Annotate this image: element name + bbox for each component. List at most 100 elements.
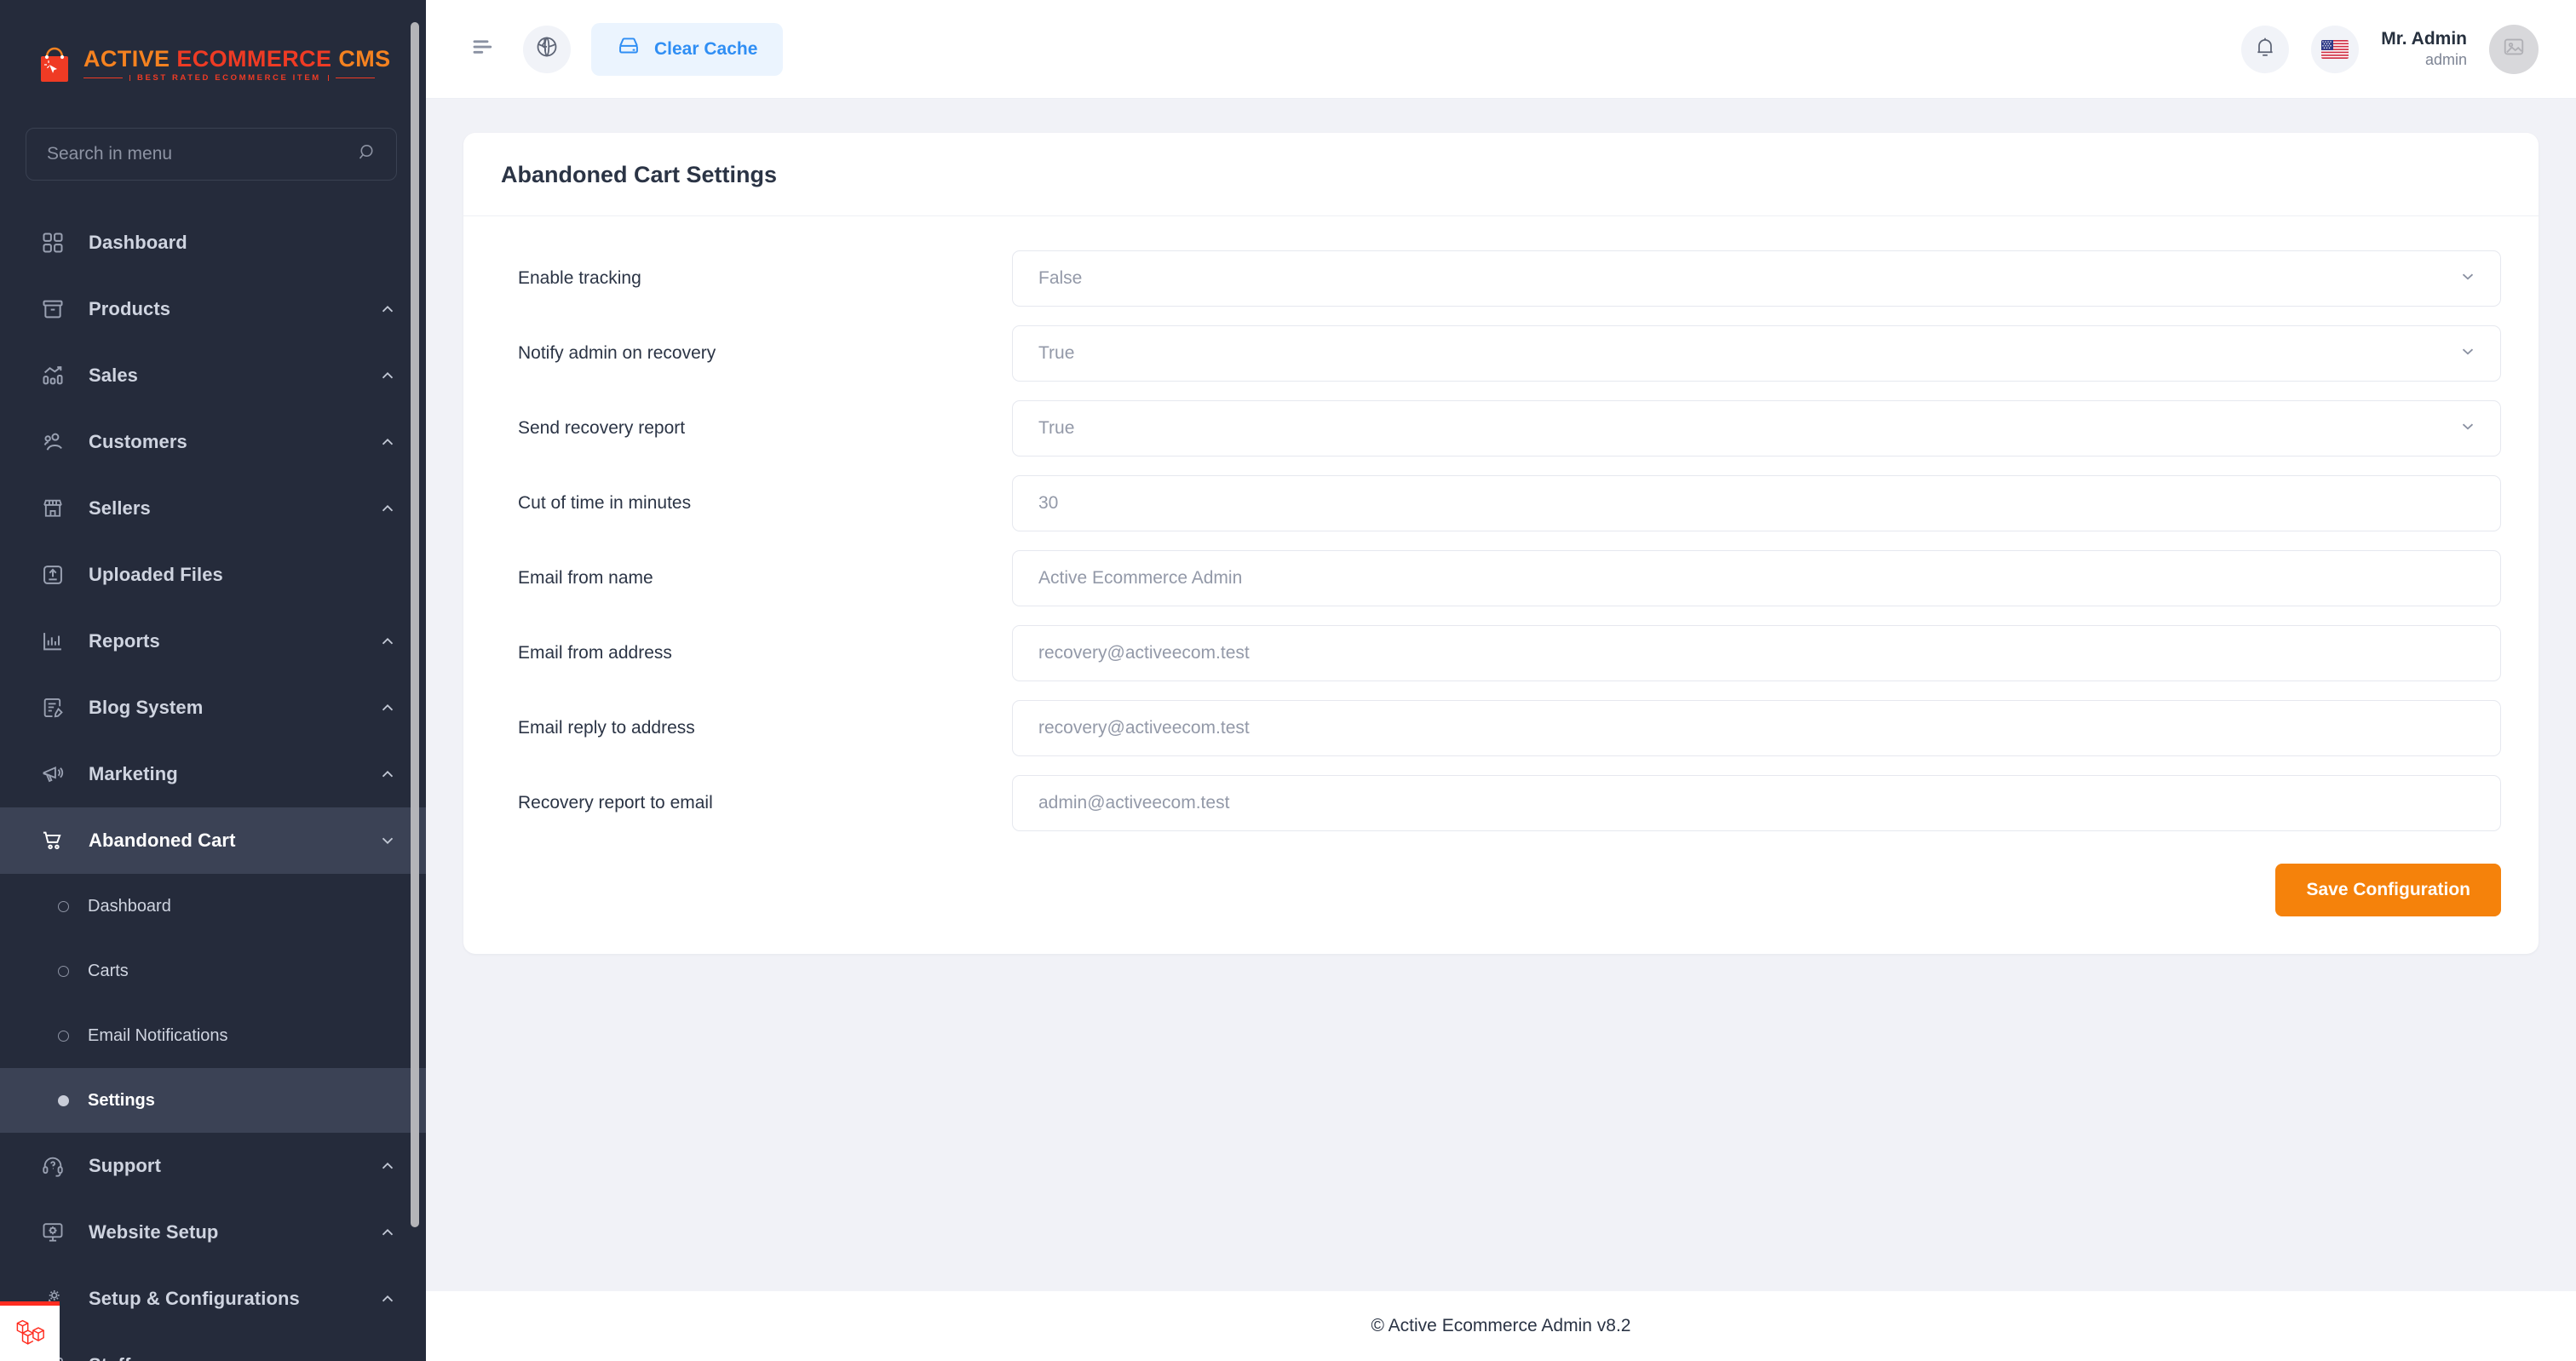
tagline-tick-left xyxy=(129,75,130,81)
card-body: Enable tracking False Notify admin on re… xyxy=(463,216,2539,954)
sidebar-item-products[interactable]: Products xyxy=(0,276,426,342)
chevron-up-icon xyxy=(378,1289,397,1308)
save-configuration-button[interactable]: Save Configuration xyxy=(2275,864,2501,916)
chevron-up-icon xyxy=(378,1223,397,1242)
field-label: Send recovery report xyxy=(501,418,1012,439)
sidebar-item-staffs[interactable]: Staffs xyxy=(0,1332,426,1361)
sidebar-scroll-area: ACTIVE ECOMMERCE CMS BEST RATED ECOMMERC… xyxy=(0,0,426,1361)
sidebar-item-label: Reports xyxy=(89,630,160,652)
submenu-item-carts[interactable]: Carts xyxy=(0,939,426,1003)
field-row-notify-admin-on-recovery: Notify admin on recovery True xyxy=(501,325,2501,382)
card-actions: Save Configuration xyxy=(501,864,2501,916)
sidebar-item-label: Setup & Configurations xyxy=(89,1288,300,1310)
chevron-up-icon xyxy=(378,499,397,518)
chevron-up-icon xyxy=(378,1157,397,1175)
field-control: True xyxy=(1012,325,2501,382)
shopping-bag-logo-icon xyxy=(37,46,72,83)
submenu-item-label: Carts xyxy=(88,962,129,981)
bullet-icon xyxy=(58,1095,69,1106)
email-reply-to-address-input[interactable] xyxy=(1012,700,2501,756)
chevron-up-icon xyxy=(378,1356,397,1361)
sidebar-item-setup-configurations[interactable]: Setup & Configurations xyxy=(0,1266,426,1332)
sidebar-item-sales[interactable]: Sales xyxy=(0,342,426,409)
sidebar-item-marketing[interactable]: Marketing xyxy=(0,741,426,807)
users-icon xyxy=(37,427,68,457)
field-label: Cut of time in minutes xyxy=(501,493,1012,514)
chevron-down-icon xyxy=(378,831,397,850)
menu-toggle-button[interactable] xyxy=(463,30,503,69)
recovery-report-to-email-input[interactable] xyxy=(1012,775,2501,831)
field-row-email-from-name: Email from name xyxy=(501,550,2501,606)
search-input[interactable] xyxy=(47,144,357,164)
avatar[interactable] xyxy=(2489,25,2539,74)
field-label: Recovery report to email xyxy=(501,793,1012,813)
sidebar-item-customers[interactable]: Customers xyxy=(0,409,426,475)
notify-admin-on-recovery-select[interactable]: True xyxy=(1012,325,2501,382)
brand-word-1: ACTIVE xyxy=(83,46,170,72)
sidebar-item-uploaded-files[interactable]: Uploaded Files xyxy=(0,542,426,608)
headset-icon xyxy=(37,1151,68,1181)
search-icon xyxy=(357,142,377,167)
brand-word-3: CMS xyxy=(338,46,390,72)
sidebar-nav: Dashboard Products xyxy=(0,210,426,1361)
us-flag-icon xyxy=(2321,40,2349,59)
chevron-up-icon xyxy=(378,765,397,784)
server-icon xyxy=(617,35,641,64)
clear-cache-label: Clear Cache xyxy=(654,39,757,60)
field-control xyxy=(1012,550,2501,606)
sidebar-item-dashboard[interactable]: Dashboard xyxy=(0,210,426,276)
sidebar-item-reports[interactable]: Reports xyxy=(0,608,426,675)
sidebar-scrollbar-thumb[interactable] xyxy=(411,22,419,1227)
chevron-up-icon xyxy=(378,433,397,451)
sidebar-item-label: Customers xyxy=(89,431,187,453)
sidebar-item-blog-system[interactable]: Blog System xyxy=(0,675,426,741)
bell-icon xyxy=(2253,35,2277,63)
globe-icon xyxy=(535,35,559,63)
sidebar-search[interactable] xyxy=(26,128,397,181)
grid-icon xyxy=(37,227,68,258)
submenu-item-email-notifications[interactable]: Email Notifications xyxy=(0,1003,426,1068)
sidebar-item-sellers[interactable]: Sellers xyxy=(0,475,426,542)
field-row-enable-tracking: Enable tracking False xyxy=(501,250,2501,307)
sidebar-item-label: Staffs xyxy=(89,1354,141,1361)
brand-tagline: BEST RATED ECOMMERCE ITEM xyxy=(83,73,391,83)
bullet-icon xyxy=(58,966,69,977)
monitor-gear-icon xyxy=(37,1217,68,1248)
submenu-item-settings[interactable]: Settings xyxy=(0,1068,426,1133)
language-globe-button[interactable] xyxy=(523,26,571,73)
email-from-address-input[interactable] xyxy=(1012,625,2501,681)
clear-cache-button[interactable]: Clear Cache xyxy=(591,23,783,76)
store-icon xyxy=(37,493,68,524)
cut-of-time-in-minutes-input[interactable] xyxy=(1012,475,2501,531)
send-recovery-report-select[interactable]: True xyxy=(1012,400,2501,457)
sidebar-item-support[interactable]: Support xyxy=(0,1133,426,1199)
submenu-item-label: Dashboard xyxy=(88,897,171,916)
bar-chart-up-icon xyxy=(37,360,68,391)
bullet-icon xyxy=(58,1031,69,1042)
email-from-name-input[interactable] xyxy=(1012,550,2501,606)
sidebar-item-label: Sellers xyxy=(89,497,151,520)
field-row-email-from-address: Email from address xyxy=(501,625,2501,681)
laravel-logo-icon[interactable] xyxy=(0,1301,60,1361)
notifications-button[interactable] xyxy=(2241,26,2289,73)
enable-tracking-select[interactable]: False xyxy=(1012,250,2501,307)
tagline-tick-right xyxy=(328,75,329,81)
submenu-item-dashboard[interactable]: Dashboard xyxy=(0,874,426,939)
language-selector-button[interactable] xyxy=(2311,26,2359,73)
user-info[interactable]: Mr. Admin admin xyxy=(2381,28,2467,70)
brand-logo[interactable]: ACTIVE ECOMMERCE CMS BEST RATED ECOMMERC… xyxy=(0,0,426,99)
sidebar-item-label: Uploaded Files xyxy=(89,564,223,586)
sidebar-item-abandoned-cart[interactable]: Abandoned Cart xyxy=(0,807,426,874)
brand-word-2: ECOMMERCE xyxy=(176,46,331,72)
sidebar-item-label: Blog System xyxy=(89,697,203,719)
app-root: ACTIVE ECOMMERCE CMS BEST RATED ECOMMERC… xyxy=(0,0,2576,1361)
field-label: Enable tracking xyxy=(501,268,1012,289)
submenu-item-label: Settings xyxy=(88,1091,155,1111)
field-row-send-recovery-report: Send recovery report True xyxy=(501,400,2501,457)
sidebar-item-website-setup[interactable]: Website Setup xyxy=(0,1199,426,1266)
field-label: Notify admin on recovery xyxy=(501,343,1012,364)
upload-box-icon xyxy=(37,560,68,590)
box-icon xyxy=(37,294,68,324)
topbar: Clear Cache xyxy=(426,0,2576,99)
user-role: admin xyxy=(2381,50,2467,70)
